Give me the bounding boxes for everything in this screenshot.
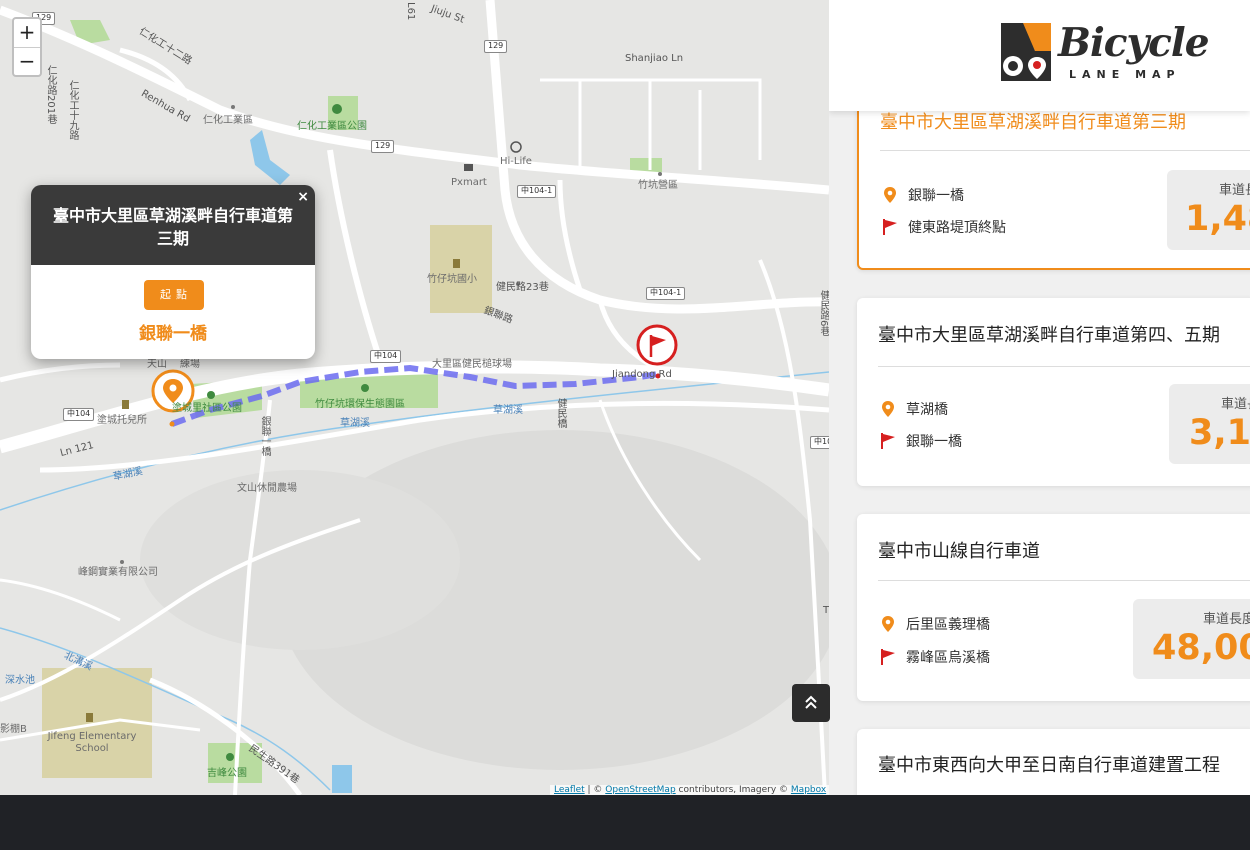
route-length-label: 車道長度 <box>1219 183 1250 198</box>
map-label: Hi-Life <box>500 156 532 167</box>
start-point-badge: 起點 <box>144 280 204 310</box>
map-label: 吉峰公園 <box>207 768 247 779</box>
attribution-separator: | © <box>584 785 606 795</box>
route-start-row: 后里區義理橋 <box>879 614 990 634</box>
zoom-control: + − <box>12 17 42 77</box>
location-pin-icon <box>882 616 894 632</box>
leaflet-link[interactable]: Leaflet <box>554 785 585 795</box>
map-label: 健民路23巷 <box>496 282 549 293</box>
popup-place: 銀聯一橋 <box>139 324 207 344</box>
route-start-row: 草湖橋 <box>879 399 948 419</box>
map-label: 竹仔坑環保生態園區 <box>315 399 405 410</box>
map-label: 仁化工十九路 <box>67 80 78 140</box>
location-pin-icon <box>884 187 896 203</box>
route-list-panel[interactable]: Bicycle LANE MAP 臺中市大里區草湖溪畔自行車道第三期 銀聯一橋 … <box>829 0 1250 795</box>
end-marker-icon <box>636 324 678 366</box>
map-attribution: Leaflet | © OpenStreetMap contributors, … <box>550 785 829 795</box>
route-card-title: 臺中市大里區草湖溪畔自行車道第四、五期 <box>878 325 1220 346</box>
flag-icon <box>881 433 895 449</box>
route-length-label: 車道長度 <box>1221 397 1250 412</box>
route-start: 后里區義理橋 <box>906 617 990 633</box>
card-divider <box>880 150 1250 151</box>
route-shield: 129 <box>484 40 508 53</box>
route-start-row: 銀聯一橋 <box>881 185 964 205</box>
route-length-value: 3,14 <box>1189 413 1250 453</box>
route-shield: 中104 <box>370 350 402 363</box>
map-label: Jiandong Rd <box>612 369 672 380</box>
map-base <box>0 0 829 795</box>
zoom-out-button[interactable]: − <box>14 47 40 75</box>
route-card[interactable]: 臺中市東西向大甲至日南自行車道建置工程 <box>857 729 1250 795</box>
route-length-box: 車道長度 1,48 <box>1167 170 1250 250</box>
map-label: 塗城托兒所 <box>97 415 147 426</box>
map-label: 健民橋 <box>555 398 566 428</box>
route-end-row: 霧峰區烏溪橋 <box>879 647 990 667</box>
map-label: 銀聯一橋 <box>259 416 270 456</box>
map-label: 大里區健民槌球場 <box>432 359 512 370</box>
map-label: Jifeng Elementary School <box>47 731 137 754</box>
route-card[interactable]: 臺中市山線自行車道 后里區義理橋 霧峰區烏溪橋 車道長度 48,00 <box>857 514 1250 701</box>
route-shield: 中10 <box>810 436 829 449</box>
route-shield: 中104-1 <box>646 287 686 300</box>
route-end: 健東路堤頂終點 <box>908 220 1006 236</box>
map-label: 草湖溪 <box>493 405 523 416</box>
map-label: L61 <box>405 2 416 21</box>
map-label: 天山 <box>147 359 167 370</box>
map-label: 練場 <box>180 359 200 370</box>
route-end: 銀聯一橋 <box>906 434 962 450</box>
route-card-title: 臺中市東西向大甲至日南自行車道建置工程 <box>878 755 1220 776</box>
attribution-text: contributors, Imagery © <box>675 785 791 795</box>
route-length-value: 48,00 <box>1152 628 1250 668</box>
double-chevron-up-icon <box>805 695 817 709</box>
map-view[interactable]: 仁化工十二路 Renhua Rd 仁化路201巷 仁化工十九路 仁化工業區 仁化… <box>0 0 829 795</box>
map-label: Pxmart <box>451 177 487 188</box>
mapbox-link[interactable]: Mapbox <box>791 785 826 795</box>
app: 仁化工十二路 Renhua Rd 仁化路201巷 仁化工十九路 仁化工業區 仁化… <box>0 0 1250 850</box>
route-card-title: 臺中市山線自行車道 <box>878 541 1040 562</box>
map-label: 健民路6巷 <box>818 290 829 337</box>
route-length-value: 1,48 <box>1185 199 1250 239</box>
logo-wordmark: Bicycle <box>1058 20 1210 66</box>
logo-subtitle: LANE MAP <box>1069 68 1181 81</box>
map-label: 仁化工業區公園 <box>297 121 367 132</box>
map-label: 仁化路201巷 <box>45 65 56 125</box>
route-popup: 臺中市大里區草湖溪畔自行車道第三期 × 起點 銀聯一橋 <box>31 185 315 359</box>
card-divider <box>878 580 1250 581</box>
bicycle-logo-icon[interactable] <box>995 21 1053 83</box>
map-label: 深水池 <box>5 675 35 686</box>
map-label: 仁化工業區 <box>203 115 253 126</box>
route-card-title: 臺中市大里區草湖溪畔自行車道第三期 <box>880 112 1186 133</box>
location-pin-icon <box>882 401 894 417</box>
map-label: 竹仔坑國小 <box>427 274 477 285</box>
route-shield: 129 <box>371 140 395 153</box>
popup-close-button[interactable]: × <box>297 189 309 205</box>
route-length-box: 車道長度 48,00 <box>1133 599 1250 679</box>
route-end-row: 銀聯一橋 <box>879 431 962 451</box>
map-label: 塗城里社區公園 <box>172 403 242 414</box>
bottom-bar <box>0 795 1250 850</box>
flag-icon <box>881 649 895 665</box>
route-shield: 中104-1 <box>517 185 557 198</box>
flag-icon <box>883 219 897 235</box>
zoom-in-button[interactable]: + <box>14 19 40 47</box>
route-length-box: 車道長度 3,14 <box>1169 384 1250 464</box>
map-label: 草湖溪 <box>340 418 370 429</box>
map-label: 影棚B <box>0 724 27 735</box>
popup-title: 臺中市大里區草湖溪畔自行車道第三期 <box>31 185 315 265</box>
route-end: 霧峰區烏溪橋 <box>906 650 990 666</box>
route-card[interactable]: 臺中市大里區草湖溪畔自行車道第四、五期 草湖橋 銀聯一橋 車道長度 3,14 <box>857 298 1250 486</box>
route-end-row: 健東路堤頂終點 <box>881 217 1006 237</box>
route-shield: 中104 <box>63 408 95 421</box>
route-start: 草湖橋 <box>906 402 948 418</box>
card-divider <box>878 366 1250 367</box>
osm-link[interactable]: OpenStreetMap <box>605 785 675 795</box>
map-label: Shanjiao Ln <box>625 53 684 64</box>
scroll-top-button[interactable] <box>792 684 830 722</box>
route-start: 銀聯一橋 <box>908 188 964 204</box>
map-label: 文山休閒農場 <box>237 483 297 494</box>
header: Bicycle LANE MAP <box>829 0 1250 111</box>
map-label: 峰鋼實業有限公司 <box>78 567 158 578</box>
route-length-label: 車道長度 <box>1203 612 1250 627</box>
map-label: 竹坑營區 <box>638 180 678 191</box>
